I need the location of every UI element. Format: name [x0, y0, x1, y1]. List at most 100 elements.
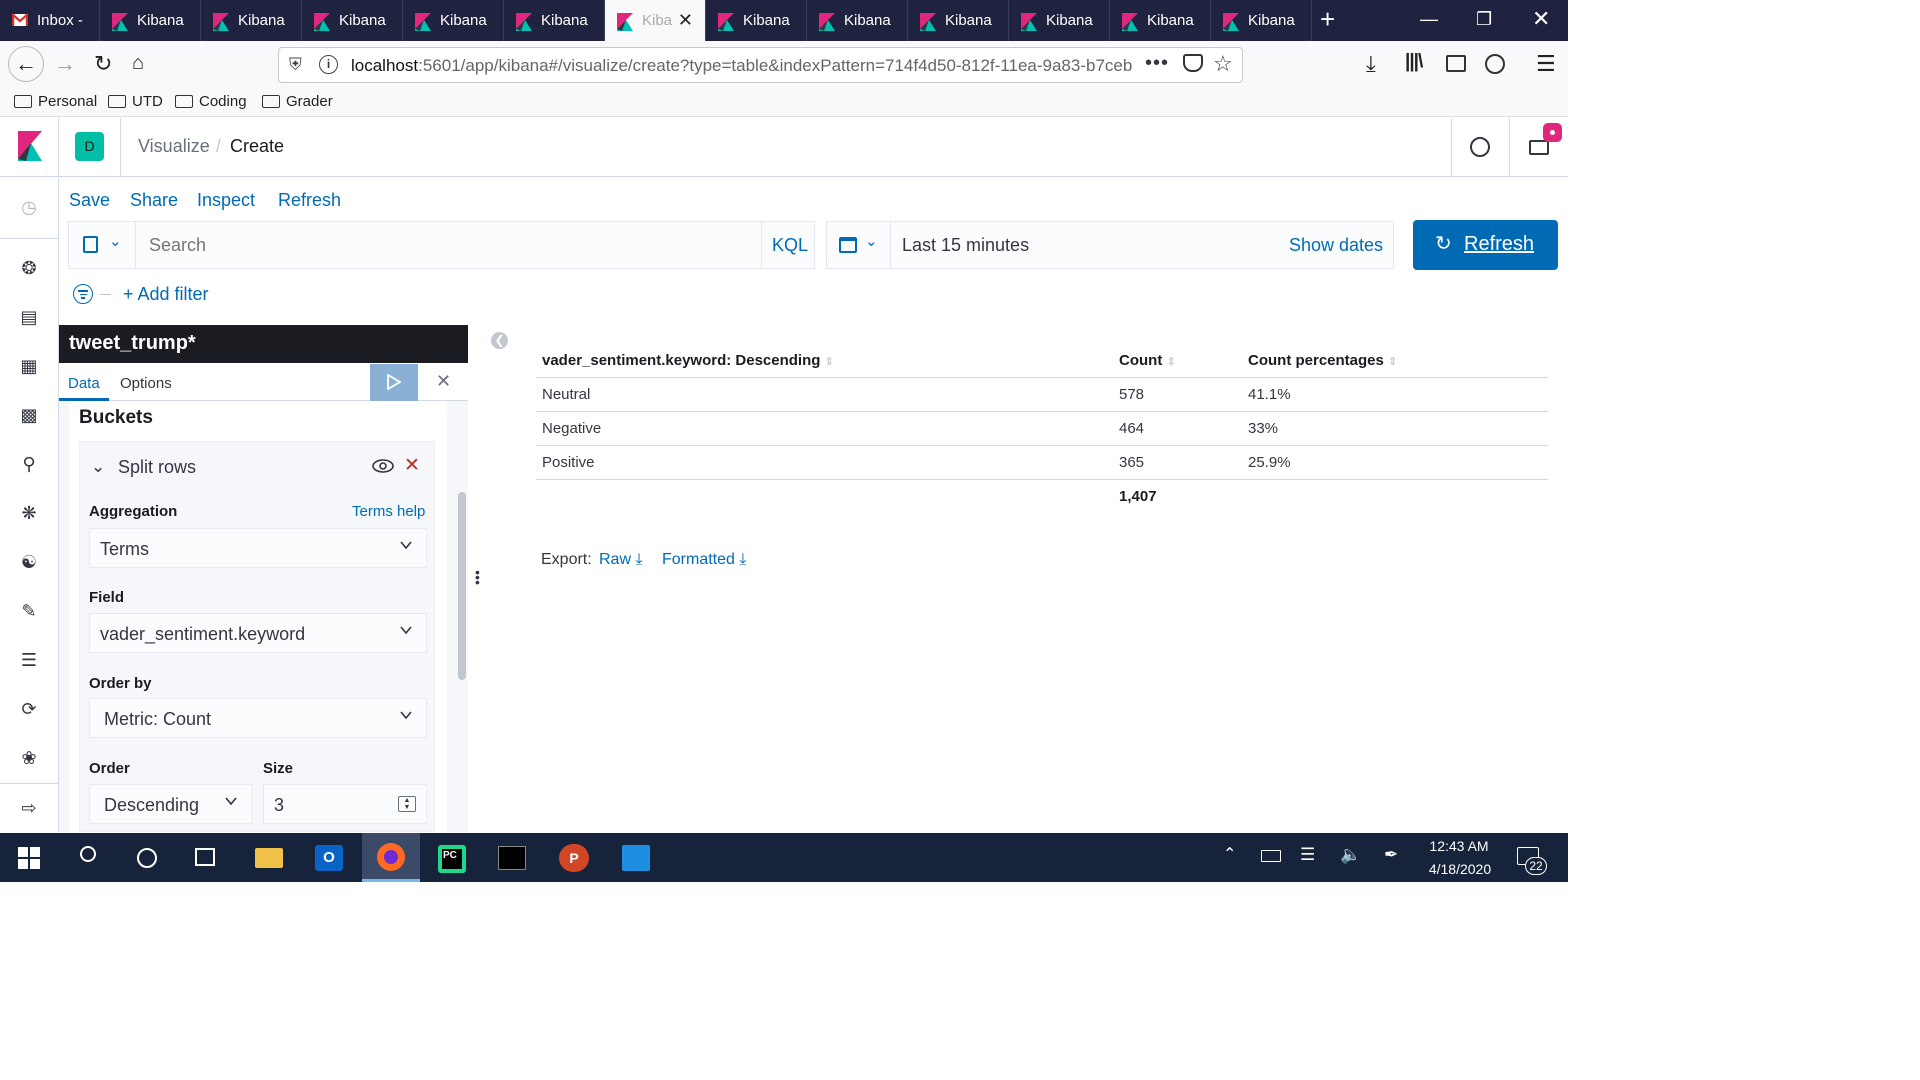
- filter-options-icon[interactable]: [73, 284, 93, 304]
- clock-date[interactable]: 4/18/2020: [1425, 861, 1495, 877]
- bookmark-personal[interactable]: Personal: [14, 93, 97, 110]
- menu-icon[interactable]: ☰: [1536, 51, 1556, 77]
- downloads-icon[interactable]: ⤓: [1366, 51, 1376, 77]
- siem-icon[interactable]: ❀: [19, 748, 39, 768]
- remove-bucket-icon[interactable]: ✕: [404, 454, 420, 477]
- cell-percentage[interactable]: 25.9%: [1248, 454, 1291, 471]
- share-link[interactable]: Share: [130, 190, 178, 211]
- discover-icon[interactable]: ❂: [19, 258, 39, 278]
- news-feed-icon[interactable]: [1529, 140, 1549, 155]
- kql-toggle[interactable]: KQL: [772, 235, 808, 256]
- minimize-button[interactable]: —: [1420, 9, 1438, 30]
- column-header-percentage[interactable]: Count percentages ⇕: [1248, 352, 1397, 369]
- time-range-label[interactable]: Last 15 minutes: [902, 235, 1029, 256]
- cortana-icon[interactable]: [137, 848, 157, 868]
- logs-icon[interactable]: ✎: [19, 601, 39, 621]
- field-select[interactable]: vader_sentiment.keyword: [89, 613, 427, 653]
- firefox-taskbar-item[interactable]: [362, 833, 420, 882]
- cell-count[interactable]: 578: [1119, 386, 1144, 403]
- info-icon[interactable]: i: [319, 55, 338, 74]
- account-icon[interactable]: [1485, 54, 1505, 74]
- bookmark-utd[interactable]: UTD: [108, 93, 163, 110]
- split-rows-label[interactable]: Split rows: [118, 457, 196, 478]
- cell-term[interactable]: Negative: [542, 420, 601, 437]
- sort-icon[interactable]: ⇕: [1167, 356, 1176, 368]
- browser-tab[interactable]: Kibana: [403, 0, 504, 41]
- task-view-icon[interactable]: [195, 848, 215, 866]
- visualize-icon[interactable]: ▤: [19, 307, 39, 327]
- browser-tab[interactable]: Kibana: [1009, 0, 1110, 41]
- pocket-icon[interactable]: [1183, 54, 1203, 72]
- show-hidden-icons[interactable]: ⌃: [1223, 844, 1236, 864]
- collapse-chevron-icon[interactable]: ⌄: [91, 457, 105, 477]
- search-input[interactable]: [139, 224, 759, 266]
- battery-icon[interactable]: [1261, 850, 1281, 862]
- show-dates-link[interactable]: Show dates: [1289, 235, 1383, 256]
- cell-count[interactable]: 365: [1119, 454, 1144, 471]
- cell-term[interactable]: Neutral: [542, 386, 590, 403]
- kibana-logo-icon[interactable]: [18, 131, 42, 161]
- uptime-icon[interactable]: ⟳: [19, 699, 39, 719]
- stepper-icon[interactable]: ▲ ▼: [398, 796, 416, 812]
- cell-count[interactable]: 464: [1119, 420, 1144, 437]
- bookmark-coding[interactable]: Coding: [175, 93, 247, 110]
- url-bar[interactable]: ⛨ i localhost:5601/app/kibana#/visualize…: [278, 47, 1243, 83]
- search-icon[interactable]: [80, 846, 96, 862]
- breadcrumb-visualize[interactable]: Visualize: [138, 136, 210, 157]
- column-header-count[interactable]: Count ⇕: [1119, 352, 1176, 369]
- home-button[interactable]: ⌂: [132, 52, 144, 75]
- collapse-sidebar-icon[interactable]: ❮: [491, 332, 508, 349]
- windows-start-icon[interactable]: [18, 847, 40, 869]
- network-icon[interactable]: ☰: [1300, 845, 1315, 865]
- size-input[interactable]: 3 ▲ ▼: [263, 784, 427, 824]
- saved-query-button[interactable]: ⌄: [69, 222, 136, 268]
- export-raw-link[interactable]: Raw ⤓: [599, 551, 643, 569]
- space-avatar[interactable]: D: [75, 132, 104, 161]
- refresh-button[interactable]: ↻ Refresh: [1413, 220, 1558, 270]
- canvas-icon[interactable]: ▩: [19, 405, 39, 425]
- forward-button[interactable]: →: [54, 51, 76, 77]
- order-select[interactable]: Descending: [89, 784, 252, 824]
- more-actions-icon[interactable]: •••: [1145, 52, 1169, 75]
- library-icon[interactable]: |||\: [1405, 51, 1423, 73]
- volume-icon[interactable]: 🔈: [1340, 845, 1361, 865]
- browser-tab[interactable]: Kibana: [706, 0, 807, 41]
- shield-icon[interactable]: ⛨: [289, 55, 302, 75]
- column-header-sentiment[interactable]: vader_sentiment.keyword: Descending ⇕: [542, 352, 834, 369]
- terminal-icon[interactable]: [498, 846, 526, 870]
- bookmark-grader[interactable]: Grader: [262, 93, 333, 110]
- reload-button[interactable]: ↻: [94, 51, 112, 77]
- outlook-icon[interactable]: O: [315, 845, 343, 871]
- pycharm-icon[interactable]: PC: [438, 845, 466, 873]
- discard-changes-icon[interactable]: ✕: [436, 371, 451, 392]
- browser-tab[interactable]: Kibana: [807, 0, 908, 41]
- sort-icon[interactable]: ⇕: [825, 356, 834, 368]
- collapse-nav-icon[interactable]: ⇨: [19, 798, 39, 818]
- back-button[interactable]: ←: [8, 46, 44, 82]
- browser-tab[interactable]: Kibana: [1110, 0, 1211, 41]
- dashboard-icon[interactable]: ▦: [19, 356, 39, 376]
- bookmark-star-icon[interactable]: ☆: [1213, 51, 1233, 77]
- browser-tab[interactable]: Inbox -: [0, 0, 100, 41]
- cell-percentage[interactable]: 33%: [1248, 420, 1278, 437]
- url-text[interactable]: localhost:5601/app/kibana#/visualize/cre…: [351, 56, 1146, 76]
- clock-time[interactable]: 12:43 AM: [1428, 838, 1490, 854]
- pen-icon[interactable]: ✒: [1384, 845, 1398, 865]
- ml-icon[interactable]: ❋: [19, 503, 39, 523]
- sort-icon[interactable]: ⇕: [1388, 356, 1397, 368]
- close-tab-icon[interactable]: ✕: [678, 10, 693, 31]
- powerpoint-icon[interactable]: P: [559, 844, 589, 872]
- inspect-link[interactable]: Inspect: [197, 190, 255, 211]
- refresh-link[interactable]: Refresh: [278, 190, 341, 211]
- sidebar-scrollbar[interactable]: [458, 492, 466, 680]
- aggregation-select[interactable]: Terms: [89, 528, 427, 568]
- sidebar-toggle-icon[interactable]: [1446, 55, 1466, 72]
- file-explorer-icon[interactable]: [255, 848, 283, 868]
- resize-handle-icon[interactable]: • • •: [475, 565, 480, 589]
- tab-options[interactable]: Options: [120, 375, 172, 392]
- browser-tab[interactable]: Kibana: [100, 0, 201, 41]
- new-tab-button[interactable]: +: [1320, 4, 1335, 35]
- save-link[interactable]: Save: [69, 190, 110, 211]
- recently-viewed-icon[interactable]: ◷: [19, 197, 39, 217]
- add-filter-button[interactable]: + Add filter: [123, 284, 209, 305]
